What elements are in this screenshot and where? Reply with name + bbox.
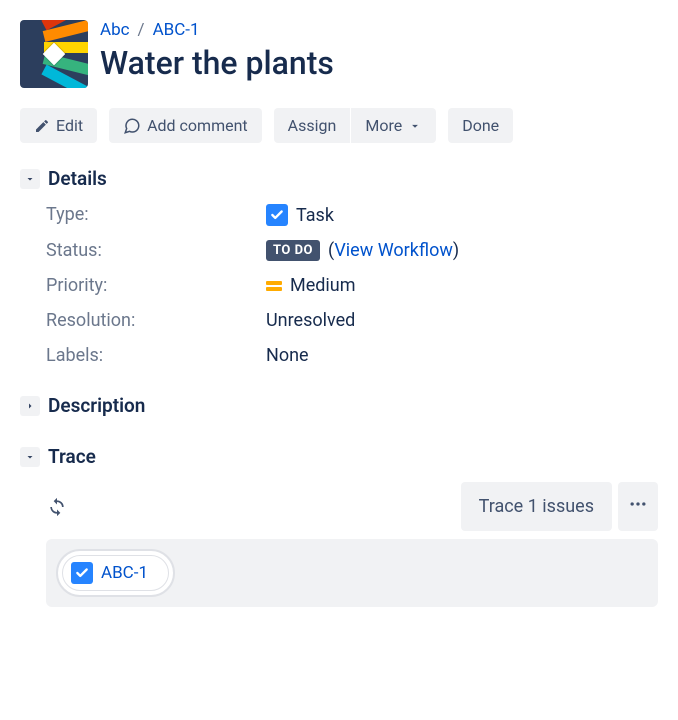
action-toolbar: Edit Add comment Assign More Done [20,108,658,143]
trace-more-button[interactable] [618,482,658,531]
more-label: More [365,116,402,135]
description-section-toggle[interactable]: Description [20,394,658,417]
edit-button-label: Edit [56,116,83,135]
view-workflow-link[interactable]: View Workflow [334,240,453,261]
trace-heading: Trace [48,445,96,468]
trace-summary-button[interactable]: Trace 1 issues [461,482,612,531]
resolution-value: Unresolved [266,310,355,331]
comment-icon [123,117,141,135]
priority-value: Medium [290,275,356,296]
trace-strip: ABC-1 [46,539,658,607]
more-horizontal-icon [628,494,648,514]
chevron-right-icon [20,396,40,416]
chevron-down-icon [20,447,40,467]
task-type-icon [266,204,288,226]
more-dropdown-button[interactable]: More [351,108,436,143]
type-value: Task [296,205,334,226]
breadcrumb: Abc / ABC-1 [100,20,658,40]
status-badge: TO DO [266,240,320,261]
workflow-link-wrap: (View Workflow) [328,240,459,261]
status-label: Status: [46,240,266,261]
labels-label: Labels: [46,345,266,366]
assign-button[interactable]: Assign [274,108,351,143]
chevron-down-icon [408,119,422,133]
sync-icon[interactable] [46,496,68,518]
trace-chip[interactable]: ABC-1 [56,549,175,597]
resolution-label: Resolution: [46,310,266,331]
done-button[interactable]: Done [448,108,513,143]
breadcrumb-issue-link[interactable]: ABC-1 [153,20,200,40]
project-avatar[interactable] [20,20,88,88]
breadcrumb-separator: / [138,20,145,40]
priority-label: Priority: [46,275,266,296]
task-type-icon [71,562,93,584]
details-section-toggle[interactable]: Details [20,167,658,190]
description-heading: Description [48,394,145,417]
priority-medium-icon [266,281,282,291]
type-label: Type: [46,204,266,226]
trace-chip-key: ABC-1 [101,563,148,583]
trace-section-toggle[interactable]: Trace [20,445,658,468]
add-comment-label: Add comment [147,116,248,135]
edit-button[interactable]: Edit [20,108,97,143]
add-comment-button[interactable]: Add comment [109,108,262,143]
details-heading: Details [48,167,107,190]
pencil-icon [34,118,50,134]
chevron-down-icon [20,169,40,189]
labels-value: None [266,345,309,366]
breadcrumb-project-link[interactable]: Abc [100,20,130,40]
issue-title: Water the plants [100,44,658,82]
